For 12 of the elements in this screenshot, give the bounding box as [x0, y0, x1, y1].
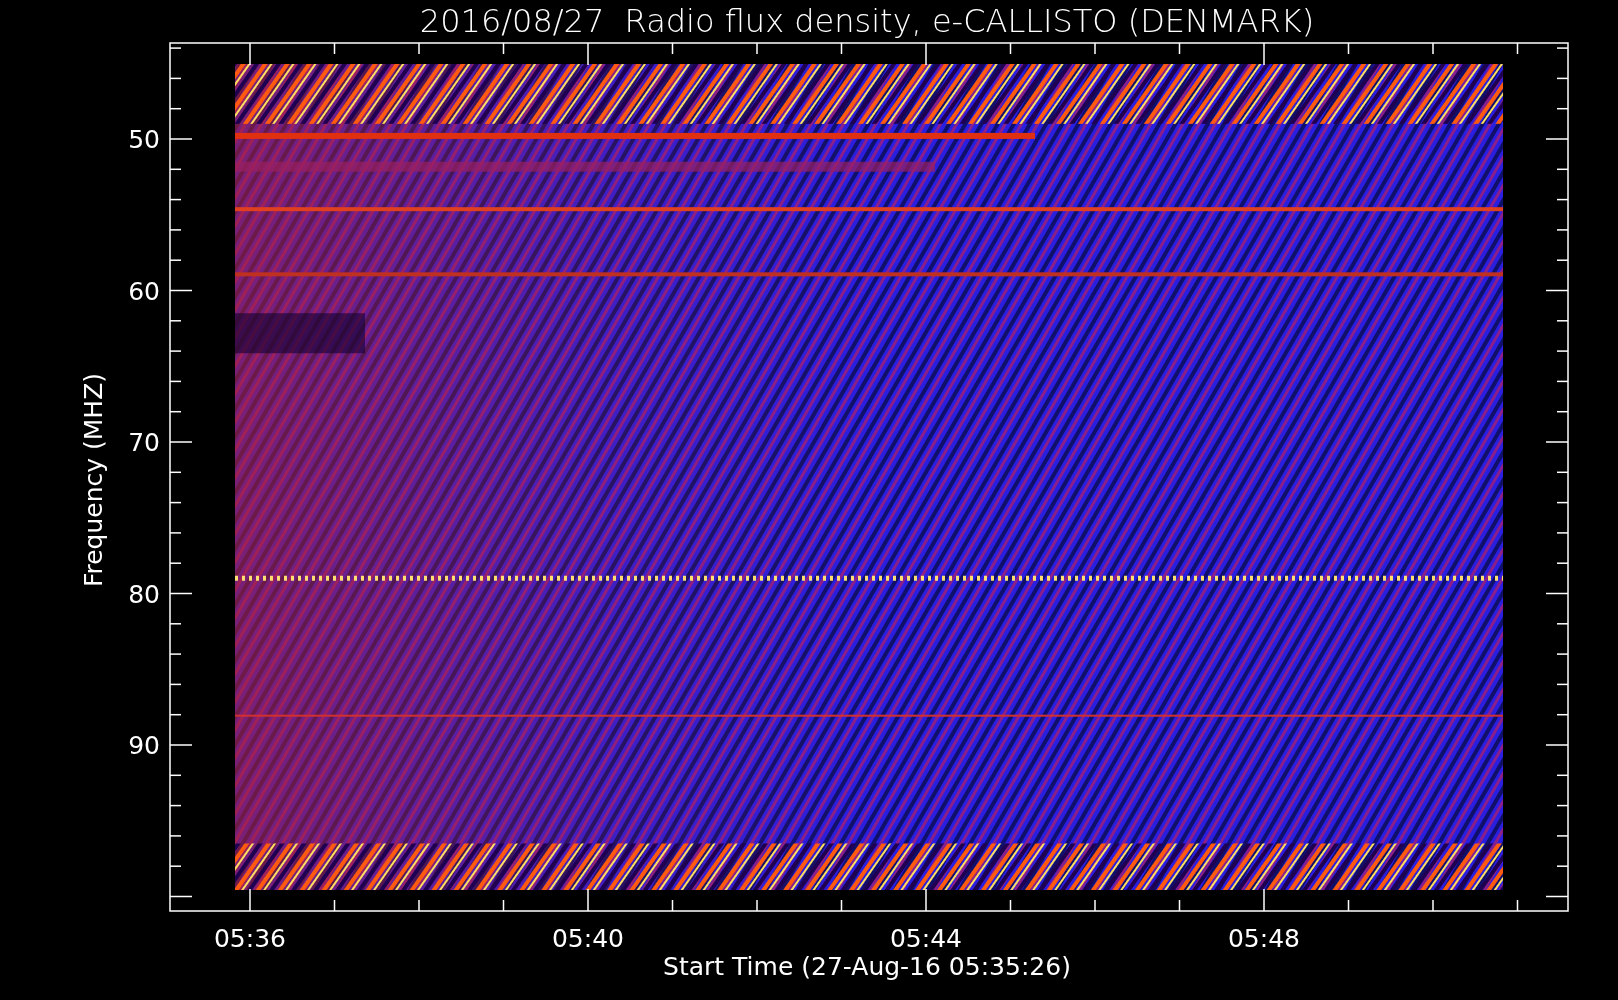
tick-label: 60	[128, 276, 160, 306]
chart-title: 2016/08/27 Radio flux density, e-CALLISTO (DENMARK)	[419, 2, 1315, 40]
tick-label: 05:48	[1228, 924, 1300, 953]
tick-label: 80	[128, 579, 160, 609]
tick-label: 05:36	[214, 924, 286, 953]
axis-label: Frequency (MHZ)	[79, 372, 108, 588]
axis-label: Start Time (27-Aug-16 05:35:26)	[663, 952, 1071, 981]
tick-label: 05:40	[552, 924, 624, 953]
tick-label: 70	[128, 428, 160, 457]
tick-label: 50	[128, 125, 160, 154]
tick-label: 90	[128, 731, 160, 760]
tick-label: 05:44	[890, 924, 962, 953]
